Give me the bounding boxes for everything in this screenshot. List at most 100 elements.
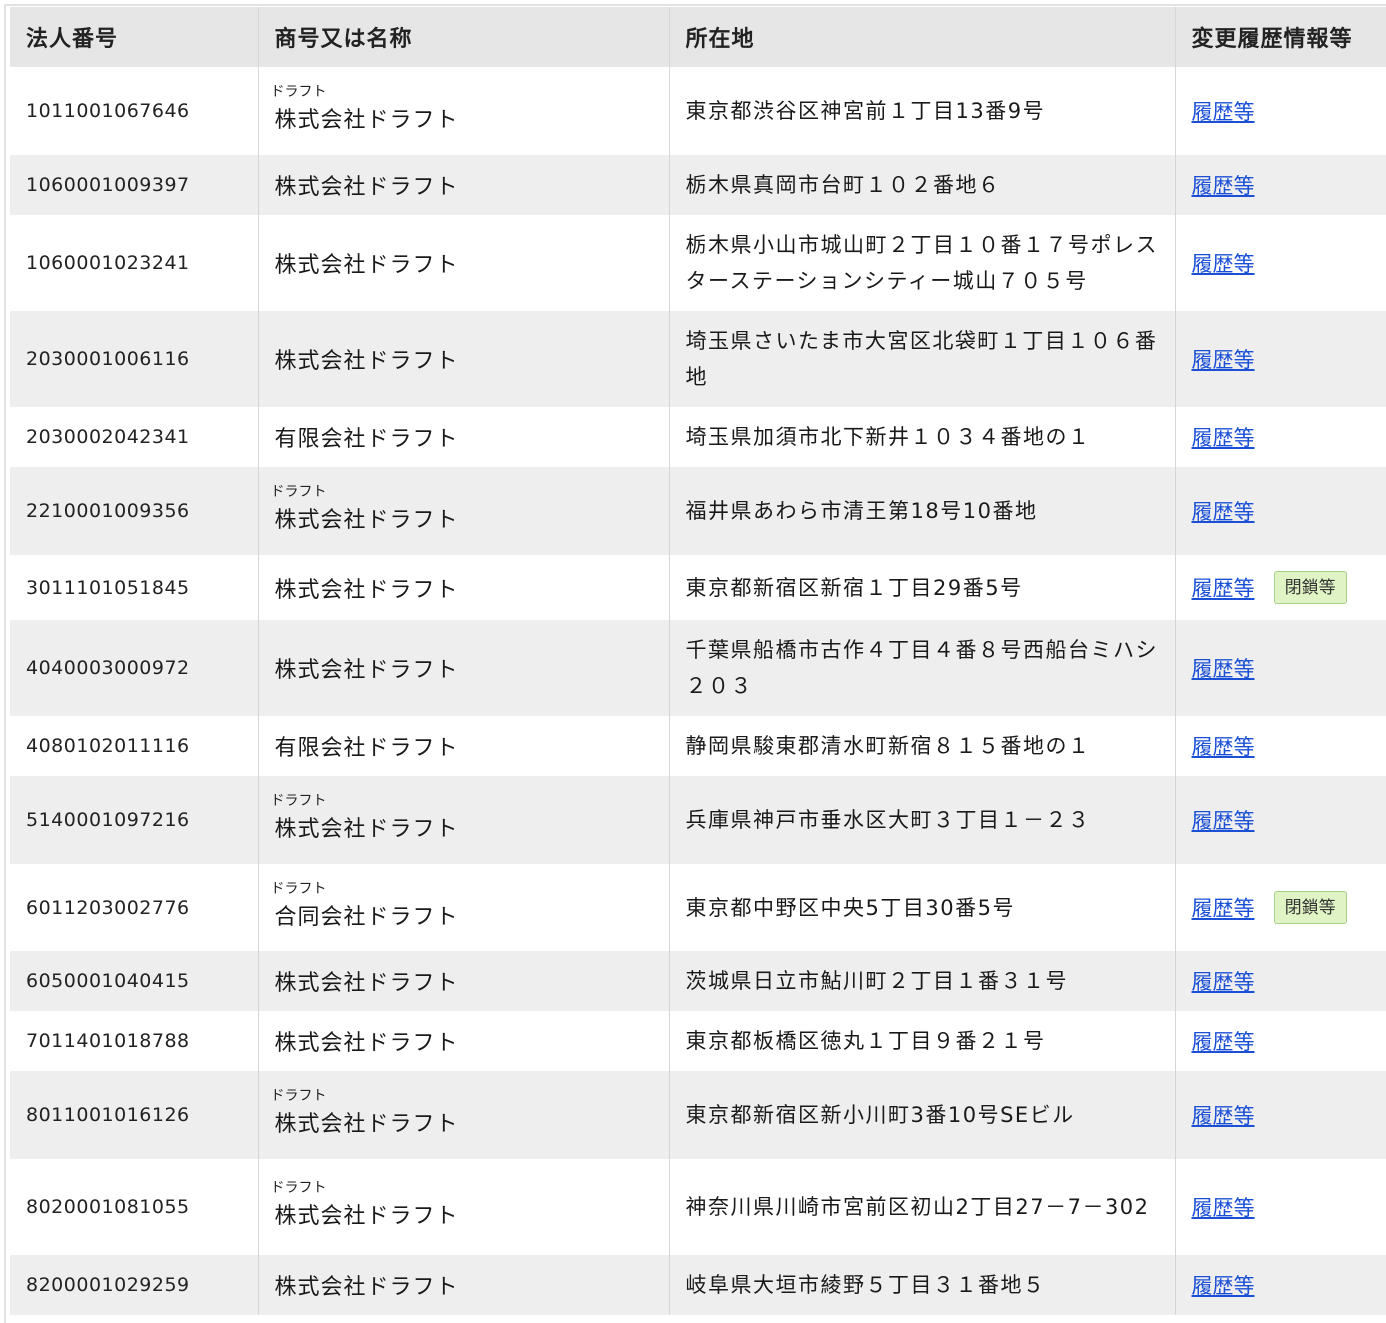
company-name: 株式会社ドラフト (274, 175, 459, 200)
company-name-cell: 株式会社ドラフト (258, 620, 670, 716)
header-name: 商号又は名称 (258, 7, 670, 67)
history-cell: 履歴等 (1175, 776, 1386, 864)
history-link[interactable]: 履歴等 (1192, 809, 1255, 833)
table-row: 5140001097216 ドラフト 株式会社ドラフト 兵庫県神戸市垂水区大町３丁… (10, 776, 1386, 864)
history-link[interactable]: 履歴等 (1192, 1104, 1255, 1128)
company-name: 株式会社ドラフト (274, 1275, 459, 1300)
company-name-cell: 株式会社ドラフト (258, 951, 670, 1011)
table-header: 法人番号 商号又は名称 所在地 変更履歴情報等 (10, 7, 1386, 67)
history-cell: 履歴等 (1175, 311, 1386, 407)
company-name: 合同会社ドラフト (274, 904, 459, 930)
furigana-reading: ドラフト (270, 880, 327, 897)
company-name: 株式会社ドラフト (274, 658, 459, 683)
company-name-cell: 株式会社ドラフト (258, 311, 670, 407)
history-link[interactable]: 履歴等 (1192, 897, 1255, 921)
furigana-reading: ドラフト (270, 1180, 327, 1196)
corp-number-cell: 4040003000972 (10, 620, 259, 716)
corp-number-cell: 6011203002776 (10, 864, 259, 951)
corp-number-cell: 1060001023241 (10, 215, 259, 311)
corp-number-cell: 8020001081055 (10, 1159, 259, 1255)
address-cell: 東京都新宿区新宿１丁目29番5号 (669, 555, 1176, 620)
company-name-cell: 有限会社ドラフト (258, 716, 670, 776)
table-row: 1060001023241 株式会社ドラフト 栃木県小山市城山町２丁目１０番１７… (10, 215, 1386, 311)
company-name-cell: ドラフト株式会社ドラフト (258, 1159, 670, 1255)
company-name: 株式会社ドラフト (274, 971, 459, 996)
history-link[interactable]: 履歴等 (1192, 500, 1255, 524)
corp-number-cell: 1011001067646 (10, 67, 259, 155)
company-name: 株式会社ドラフト (274, 253, 459, 278)
closed-status-button[interactable]: 閉鎖等 (1273, 571, 1347, 604)
history-cell: 履歴等 (1175, 1255, 1386, 1315)
history-link[interactable]: 履歴等 (1192, 970, 1255, 994)
history-link[interactable]: 履歴等 (1192, 1196, 1255, 1220)
company-name: 株式会社ドラフト (274, 108, 459, 133)
history-cell: 履歴等 (1175, 407, 1386, 467)
header-corp-number: 法人番号 (10, 7, 259, 67)
history-cell: 履歴等 (1175, 1071, 1386, 1159)
header-history: 変更履歴情報等 (1175, 7, 1386, 67)
history-link[interactable]: 履歴等 (1192, 426, 1255, 450)
corp-number-cell: 6050001040415 (10, 951, 259, 1011)
history-link[interactable]: 履歴等 (1192, 1030, 1255, 1054)
company-name-cell: ドラフト株式会社ドラフト (258, 67, 670, 155)
table-row: 6011203002776 ドラフト 合同会社ドラフト 東京都中野区中央5丁目30… (10, 864, 1386, 951)
history-link[interactable]: 履歴等 (1192, 348, 1255, 372)
corporation-results-table: 法人番号 商号又は名称 所在地 変更履歴情報等 1011001067646 ドラ… (10, 7, 1386, 1315)
history-link[interactable]: 履歴等 (1192, 100, 1255, 124)
table-row: 3011101051845 株式会社ドラフト 東京都新宿区新宿１丁目29番5号 … (10, 555, 1386, 620)
history-link[interactable]: 履歴等 (1192, 174, 1255, 198)
table-row: 8200001029259 株式会社ドラフト 岐阜県大垣市綾野５丁目３１番地５ … (10, 1255, 1386, 1315)
company-name-cell: 株式会社ドラフト (258, 155, 670, 215)
corp-number-cell: 5140001097216 (10, 776, 259, 864)
furigana-reading: ドラフト (270, 84, 327, 100)
company-name-cell: ドラフト 株式会社ドラフト (258, 1071, 670, 1159)
address-cell: 栃木県小山市城山町２丁目１０番１７号ポレスターステーションシティー城山７０５号 (669, 215, 1176, 311)
history-cell: 履歴等 (1175, 67, 1386, 155)
corp-number-cell: 8200001029259 (10, 1255, 259, 1315)
company-name-cell: 株式会社ドラフト (258, 1255, 670, 1315)
corp-number-cell: 2030002042341 (10, 407, 259, 467)
table-row: 8011001016126 ドラフト 株式会社ドラフト 東京都新宿区新小川町3番1… (10, 1071, 1386, 1159)
company-name: 株式会社ドラフト (274, 817, 459, 842)
table-row: 8020001081055 ドラフト 株式会社ドラフト 神奈川県川崎市宮前区初山2… (10, 1159, 1386, 1255)
address-cell: 福井県あわら市清王第18号10番地 (669, 467, 1176, 555)
address-cell: 栃木県真岡市台町１０２番地６ (669, 155, 1176, 215)
address-cell: 東京都板橋区徳丸１丁目９番２１号 (669, 1011, 1176, 1071)
address-cell: 埼玉県加須市北下新井１０３４番地の１ (669, 407, 1176, 467)
company-name: 株式会社ドラフト (274, 349, 459, 374)
company-name-cell: ドラフト合同会社ドラフト (258, 864, 670, 951)
history-link[interactable]: 履歴等 (1192, 1274, 1255, 1298)
history-link[interactable]: 履歴等 (1192, 252, 1255, 276)
corp-number-cell: 4080102011116 (10, 716, 259, 776)
history-cell: 履歴等 (1175, 467, 1386, 555)
furigana-reading: ドラフト (270, 484, 327, 500)
closed-status-button[interactable]: 閉鎖等 (1273, 891, 1347, 924)
table-row: 2210001009356 ドラフト 株式会社ドラフト 福井県あわら市清王第18号… (10, 467, 1386, 555)
corp-number-cell: 3011101051845 (10, 555, 259, 620)
company-name-cell: 株式会社ドラフト (258, 215, 670, 311)
company-name: 株式会社ドラフト (274, 1204, 459, 1229)
table-row: 4080102011116 有限会社ドラフト 静岡県駿東郡清水町新宿８１５番地の… (10, 716, 1386, 776)
history-cell: 履歴等 (1175, 215, 1386, 311)
address-cell: 千葉県船橋市古作４丁目４番８号西船台ミハシ２０３ (669, 620, 1176, 716)
company-name: 株式会社ドラフト (274, 1112, 459, 1137)
history-cell: 履歴等 (1175, 620, 1386, 716)
company-name: 株式会社ドラフト (274, 577, 459, 603)
corp-number-cell: 2030001006116 (10, 311, 259, 407)
company-name-cell: ドラフト 株式会社ドラフト (258, 776, 670, 864)
history-cell: 履歴等 閉鎖等 (1175, 864, 1386, 951)
table-row: 7011401018788 株式会社ドラフト 東京都板橋区徳丸１丁目９番２１号 … (10, 1011, 1386, 1071)
table-row: 2030002042341 有限会社ドラフト 埼玉県加須市北下新井１０３４番地の… (10, 407, 1386, 467)
corp-number-cell: 1060001009397 (10, 155, 259, 215)
history-cell: 履歴等 (1175, 1159, 1386, 1255)
company-name-cell: 有限会社ドラフト (258, 407, 670, 467)
address-cell: 兵庫県神戸市垂水区大町３丁目１－２３ (669, 776, 1176, 864)
company-name: 株式会社ドラフト (274, 508, 459, 533)
company-name-cell: 株式会社ドラフト (258, 1011, 670, 1071)
table-body: 1011001067646 ドラフト 株式会社ドラフト 東京都渋谷区神宮前１丁目1… (10, 67, 1386, 1315)
history-link[interactable]: 履歴等 (1192, 657, 1255, 681)
history-link[interactable]: 履歴等 (1192, 577, 1255, 601)
header-address: 所在地 (669, 7, 1176, 67)
company-name: 有限会社ドラフト (274, 736, 459, 761)
history-link[interactable]: 履歴等 (1192, 735, 1255, 759)
